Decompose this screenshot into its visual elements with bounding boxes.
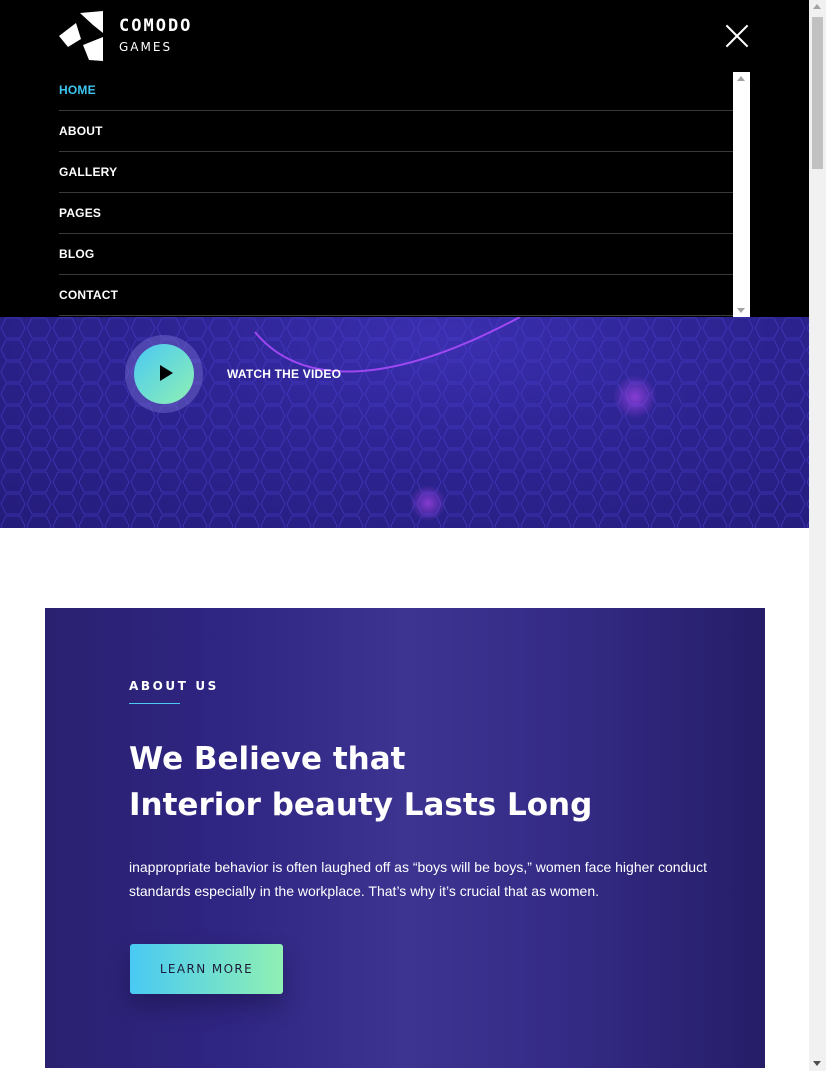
menu-item-label: BLOG (59, 247, 95, 261)
scroll-down-arrow-icon[interactable] (737, 308, 745, 313)
scrollbar-thumb[interactable] (812, 17, 823, 169)
main-menu: HOME ABOUT GALLERY PAGES BLOG CONTACT (59, 70, 733, 317)
menu-item-label: PAGES (59, 206, 102, 220)
play-button-circle (134, 344, 194, 404)
about-title: We Believe that Interior beauty Lasts Lo… (129, 736, 689, 828)
hero-background-pattern (0, 317, 809, 528)
about-title-line2: Interior beauty Lasts Long (129, 787, 593, 823)
play-icon (160, 365, 173, 381)
scroll-up-arrow-icon[interactable] (813, 4, 821, 9)
about-eyebrow: ABOUT US (129, 679, 219, 693)
play-video-button[interactable] (125, 335, 203, 413)
close-icon[interactable] (724, 23, 750, 49)
scroll-up-arrow-icon[interactable] (737, 76, 745, 81)
menu-item-about[interactable]: ABOUT (59, 111, 733, 152)
learn-more-button[interactable]: LEARN MORE (130, 944, 283, 994)
learn-more-label: LEARN MORE (159, 962, 254, 976)
menu-item-gallery[interactable]: GALLERY (59, 152, 733, 193)
hero-section: WATCH THE VIDEO (0, 317, 809, 528)
menu-item-pages[interactable]: PAGES (59, 193, 733, 234)
page-scrollbar[interactable] (809, 0, 826, 1071)
triangle-shards-logo-icon (59, 11, 103, 61)
brand-name: COMODO (119, 16, 193, 36)
about-section: ABOUT US We Believe that Interior beauty… (45, 608, 765, 1068)
brand-logo[interactable]: COMODO GAMES (59, 11, 192, 61)
eyebrow-underline (129, 703, 180, 704)
menu-scrollbar[interactable] (733, 72, 750, 317)
menu-item-home[interactable]: HOME (59, 70, 733, 111)
menu-overlay: COMODO GAMES HOME ABOUT GALLERY PAGES BL… (0, 0, 809, 317)
page: COMODO GAMES HOME ABOUT GALLERY PAGES BL… (0, 0, 826, 1071)
about-title-line1: We Believe that (129, 741, 406, 777)
menu-item-label: HOME (59, 83, 96, 97)
menu-item-label: CONTACT (59, 288, 119, 302)
about-description: inappropriate behavior is often laughed … (129, 859, 707, 899)
brand-tagline: GAMES (119, 40, 173, 54)
menu-item-label: GALLERY (59, 165, 118, 179)
watch-video-link[interactable]: WATCH THE VIDEO (227, 367, 341, 381)
scroll-down-arrow-icon[interactable] (813, 1061, 821, 1066)
menu-item-contact[interactable]: CONTACT (59, 275, 733, 316)
menu-item-blog[interactable]: BLOG (59, 234, 733, 275)
menu-item-label: ABOUT (59, 124, 103, 138)
